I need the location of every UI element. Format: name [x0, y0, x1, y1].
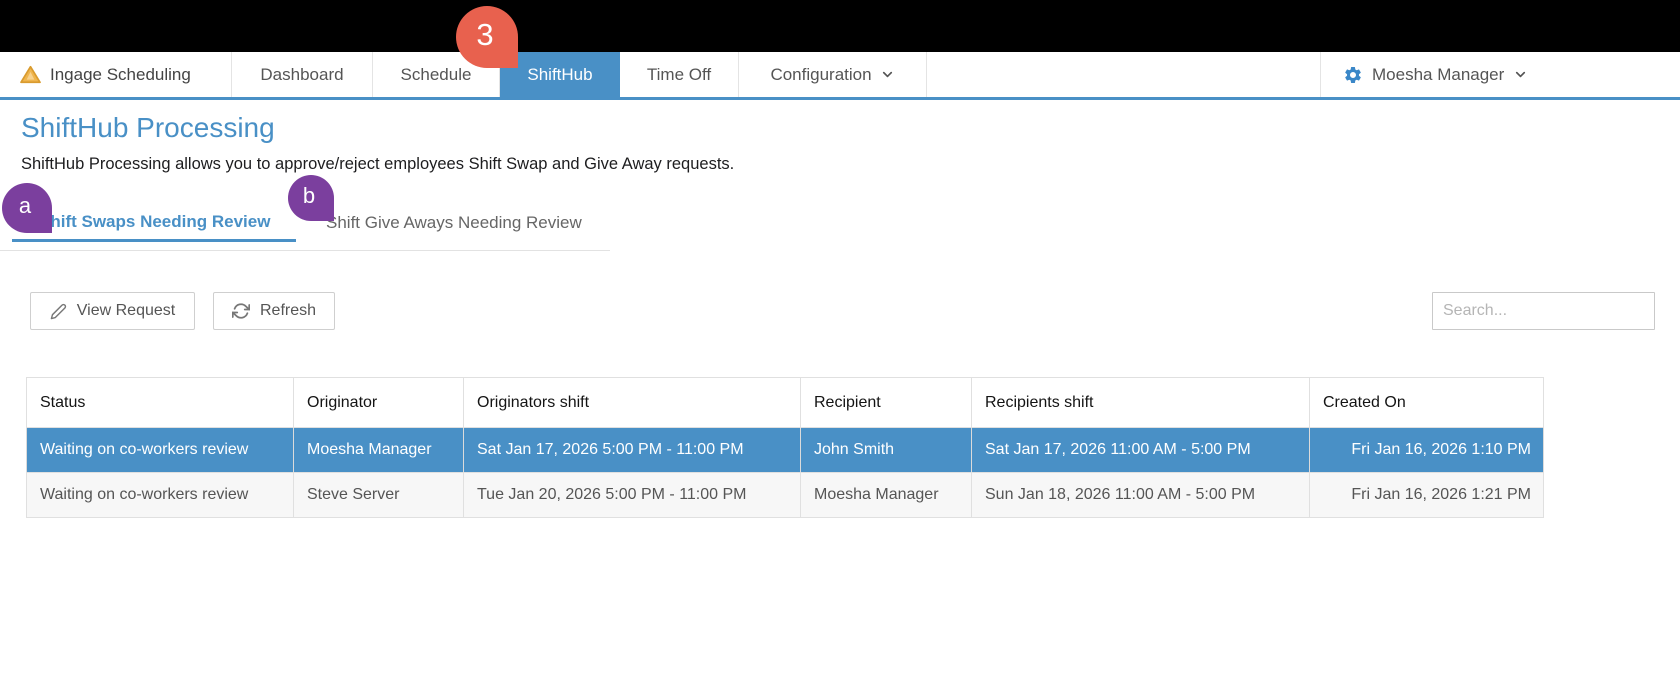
brand-home-link[interactable]: Ingage Scheduling	[0, 52, 232, 97]
cell-originator[interactable]: Moesha Manager	[294, 428, 464, 473]
nav-item-configuration[interactable]: Configuration	[739, 52, 927, 97]
cell-originators-shift[interactable]: Tue Jan 20, 2026 5:00 PM - 11:00 PM	[464, 473, 801, 518]
column-header-originators-shift: Originators shift	[464, 378, 801, 428]
ingage-logo-triangle-icon	[20, 65, 41, 84]
cell-created-on[interactable]: Fri Jan 16, 2026 1:21 PM	[1310, 473, 1544, 518]
top-black-band	[0, 0, 1680, 52]
view-request-label: View Request	[77, 302, 175, 320]
annotation-marker-a-swaps-tab: a	[2, 183, 52, 233]
cell-created-on[interactable]: Fri Jan 16, 2026 1:10 PM	[1310, 428, 1544, 473]
nav-timeoff-label: Time Off	[647, 65, 711, 85]
annotation-marker-3-shifthub: 3	[456, 6, 518, 68]
tab-shift-swaps-needing-review[interactable]: Shift Swaps Needing Review	[39, 212, 270, 232]
nav-item-dashboard[interactable]: Dashboard	[232, 52, 373, 97]
column-header-recipients-shift: Recipients shift	[972, 378, 1310, 428]
view-request-button[interactable]: View Request	[30, 292, 195, 330]
column-header-originator: Originator	[294, 378, 464, 428]
user-menu-dropdown[interactable]: Moesha Manager	[1320, 52, 1680, 97]
nav-item-shifthub-active[interactable]: ShiftHub	[500, 52, 620, 97]
brand-label: Ingage Scheduling	[50, 65, 191, 85]
nav-schedule-label: Schedule	[401, 65, 472, 85]
refresh-icon	[232, 302, 250, 320]
cell-recipients-shift[interactable]: Sat Jan 17, 2026 11:00 AM - 5:00 PM	[972, 428, 1310, 473]
page-title: ShiftHub Processing	[21, 112, 275, 144]
column-header-status: Status	[27, 378, 294, 428]
cell-recipient[interactable]: John Smith	[801, 428, 972, 473]
table-header-row: Status Originator Originators shift Reci…	[27, 378, 1544, 428]
column-header-recipient: Recipient	[801, 378, 972, 428]
cell-originator[interactable]: Steve Server	[294, 473, 464, 518]
active-tab-underline	[12, 239, 296, 242]
tab-strip-baseline	[0, 250, 610, 251]
requests-table-container: Status Originator Originators shift Reci…	[26, 377, 1543, 518]
nav-shifthub-label: ShiftHub	[527, 65, 592, 85]
column-header-created-on: Created On	[1310, 378, 1544, 428]
gear-icon	[1343, 65, 1363, 85]
tab-shift-give-aways-needing-review[interactable]: Shift Give Aways Needing Review	[326, 213, 582, 233]
nav-item-timeoff[interactable]: Time Off	[620, 52, 739, 97]
cell-recipients-shift[interactable]: Sun Jan 18, 2026 11:00 AM - 5:00 PM	[972, 473, 1310, 518]
table-row-selected[interactable]: Waiting on co-workers review Moesha Mana…	[27, 428, 1544, 473]
table-row[interactable]: Waiting on co-workers review Steve Serve…	[27, 473, 1544, 518]
user-name-label: Moesha Manager	[1372, 65, 1504, 85]
pencil-icon	[50, 303, 67, 320]
search-input[interactable]	[1432, 292, 1655, 330]
cell-recipient[interactable]: Moesha Manager	[801, 473, 972, 518]
chevron-down-icon	[1513, 67, 1528, 82]
page-description: ShiftHub Processing allows you to approv…	[21, 155, 734, 174]
chevron-down-icon	[880, 67, 895, 82]
shift-swaps-table: Status Originator Originators shift Reci…	[26, 377, 1544, 518]
refresh-label: Refresh	[260, 302, 316, 320]
cell-status[interactable]: Waiting on co-workers review	[27, 428, 294, 473]
cell-originators-shift[interactable]: Sat Jan 17, 2026 5:00 PM - 11:00 PM	[464, 428, 801, 473]
nav-configuration-label: Configuration	[770, 65, 871, 85]
main-navbar: Ingage Scheduling Dashboard Schedule Shi…	[0, 52, 1680, 100]
refresh-button[interactable]: Refresh	[213, 292, 335, 330]
cell-status[interactable]: Waiting on co-workers review	[27, 473, 294, 518]
nav-dashboard-label: Dashboard	[260, 65, 343, 85]
annotation-marker-b-giveaways-tab: b	[288, 175, 334, 221]
